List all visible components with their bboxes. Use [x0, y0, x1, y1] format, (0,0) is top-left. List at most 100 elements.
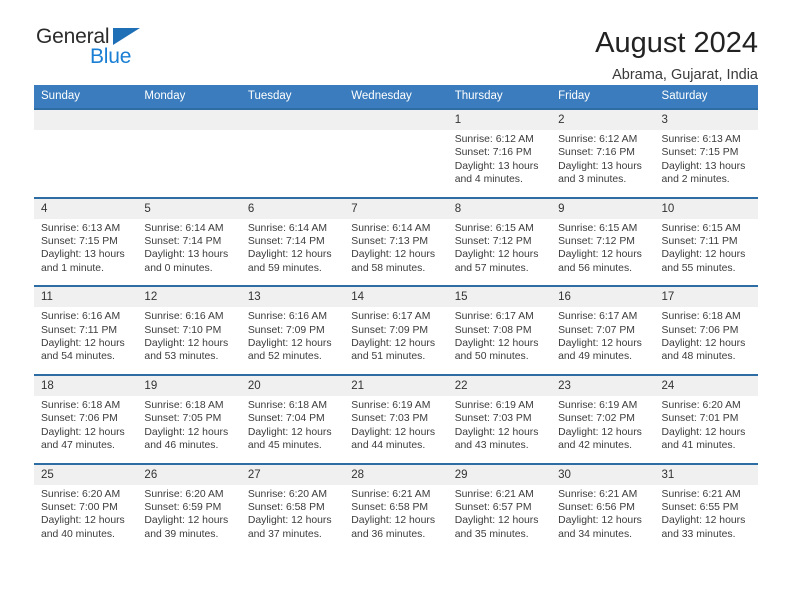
sunset-text: Sunset: 7:15 PM	[661, 147, 739, 159]
day-number[interactable]: 8	[447, 198, 552, 219]
general-blue-logo[interactable]: General Blue	[34, 26, 234, 67]
day-cell[interactable]	[137, 130, 241, 197]
day-number[interactable]: 3	[654, 110, 758, 130]
sunrise-text: Sunrise: 6:14 AM	[247, 222, 327, 234]
day-cell[interactable]: Sunrise: 6:17 AM Sunset: 7:09 PM Dayligh…	[344, 307, 448, 374]
day-number[interactable]: 5	[137, 198, 241, 219]
day-cell[interactable]: Sunrise: 6:13 AM Sunset: 7:15 PM Dayligh…	[654, 130, 758, 197]
day-number[interactable]: 18	[34, 375, 138, 396]
day-number[interactable]: 7	[344, 198, 448, 219]
weekday-header-sunday: Sunday	[34, 85, 138, 108]
day-cell[interactable]: Sunrise: 6:16 AM Sunset: 7:10 PM Dayligh…	[137, 307, 241, 374]
day-cell[interactable]: Sunrise: 6:21 AM Sunset: 6:55 PM Dayligh…	[654, 484, 758, 552]
day-number[interactable]: 25	[34, 464, 138, 485]
day-number[interactable]: 10	[654, 198, 758, 219]
day-cell[interactable]: Sunrise: 6:12 AM Sunset: 7:16 PM Dayligh…	[551, 130, 655, 197]
sunrise-text: Sunrise: 6:15 AM	[661, 222, 741, 234]
weekday-header-tuesday: Tuesday	[240, 85, 345, 108]
daylight-text: Daylight: 12 hours and 39 minutes.	[144, 515, 229, 540]
day-cell[interactable]: Sunrise: 6:12 AM Sunset: 7:16 PM Dayligh…	[447, 130, 552, 197]
day-number[interactable]: 14	[344, 287, 448, 308]
weekday-header-wednesday: Wednesday	[344, 85, 448, 108]
day-number[interactable]: 22	[447, 375, 552, 396]
day-number[interactable]: 17	[654, 287, 758, 308]
day-cell[interactable]: Sunrise: 6:20 AM Sunset: 6:59 PM Dayligh…	[137, 484, 241, 552]
day-cell[interactable]: Sunrise: 6:18 AM Sunset: 7:05 PM Dayligh…	[137, 395, 241, 463]
day-number[interactable]: 15	[447, 287, 552, 308]
day-cell[interactable]: Sunrise: 6:19 AM Sunset: 7:03 PM Dayligh…	[447, 395, 552, 463]
day-cell[interactable]: Sunrise: 6:21 AM Sunset: 6:56 PM Dayligh…	[551, 484, 655, 552]
day-number[interactable]: 26	[137, 464, 241, 485]
sunset-text: Sunset: 7:10 PM	[144, 324, 222, 336]
day-number[interactable]: 16	[551, 287, 655, 308]
day-cell[interactable]	[240, 130, 345, 197]
weekday-header-row: Sunday Monday Tuesday Wednesday Thursday…	[34, 85, 758, 108]
sunset-text: Sunset: 7:03 PM	[351, 413, 429, 425]
sunrise-text: Sunrise: 6:17 AM	[454, 311, 534, 323]
day-number[interactable]: 12	[137, 287, 241, 308]
day-number[interactable]: 20	[240, 375, 345, 396]
day-number[interactable]: 9	[551, 198, 655, 219]
daylight-text: Daylight: 12 hours and 35 minutes.	[454, 515, 539, 540]
day-number[interactable]: 21	[344, 375, 448, 396]
day-cell[interactable]: Sunrise: 6:20 AM Sunset: 7:01 PM Dayligh…	[654, 395, 758, 463]
day-number[interactable]: 27	[240, 464, 345, 485]
sunrise-text: Sunrise: 6:16 AM	[247, 311, 327, 323]
day-number[interactable]	[34, 110, 138, 130]
day-cell[interactable]: Sunrise: 6:21 AM Sunset: 6:58 PM Dayligh…	[344, 484, 448, 552]
sunrise-text: Sunrise: 6:15 AM	[558, 222, 638, 234]
day-cell[interactable]: Sunrise: 6:15 AM Sunset: 7:12 PM Dayligh…	[447, 218, 552, 286]
day-cell[interactable]: Sunrise: 6:14 AM Sunset: 7:14 PM Dayligh…	[137, 218, 241, 286]
day-cell[interactable]	[34, 130, 138, 197]
day-cell[interactable]: Sunrise: 6:14 AM Sunset: 7:13 PM Dayligh…	[344, 218, 448, 286]
day-cell[interactable]: Sunrise: 6:14 AM Sunset: 7:14 PM Dayligh…	[240, 218, 345, 286]
week-3-daynumber-row: 11 12 13 14 15 16 17	[34, 287, 758, 308]
day-cell[interactable]: Sunrise: 6:20 AM Sunset: 7:00 PM Dayligh…	[34, 484, 138, 552]
day-cell[interactable]: Sunrise: 6:16 AM Sunset: 7:11 PM Dayligh…	[34, 307, 138, 374]
day-cell[interactable]: Sunrise: 6:15 AM Sunset: 7:11 PM Dayligh…	[654, 218, 758, 286]
week-1-daynumber-row: 1 2 3	[34, 110, 758, 130]
day-number[interactable]: 4	[34, 198, 138, 219]
day-number[interactable]: 23	[551, 375, 655, 396]
daylight-text: Daylight: 12 hours and 47 minutes.	[41, 426, 125, 452]
daylight-text: Daylight: 12 hours and 55 minutes.	[661, 249, 746, 274]
day-number[interactable]: 1	[447, 110, 552, 130]
day-number[interactable]	[344, 110, 448, 130]
week-2-detail-row: Sunrise: 6:13 AM Sunset: 7:15 PM Dayligh…	[34, 218, 758, 286]
day-number[interactable]: 24	[654, 375, 758, 396]
daylight-text: Daylight: 12 hours and 52 minutes.	[247, 338, 332, 363]
day-number[interactable]: 2	[551, 110, 655, 130]
week-1-detail-row: Sunrise: 6:12 AM Sunset: 7:16 PM Dayligh…	[34, 130, 758, 197]
day-number[interactable]: 11	[34, 287, 138, 308]
day-cell[interactable]: Sunrise: 6:18 AM Sunset: 7:06 PM Dayligh…	[654, 307, 758, 374]
sunrise-text: Sunrise: 6:21 AM	[351, 488, 431, 500]
daylight-text: Daylight: 12 hours and 54 minutes.	[41, 338, 125, 363]
day-number[interactable]: 28	[344, 464, 448, 485]
day-cell[interactable]: Sunrise: 6:13 AM Sunset: 7:15 PM Dayligh…	[34, 218, 138, 286]
day-cell[interactable]: Sunrise: 6:16 AM Sunset: 7:09 PM Dayligh…	[240, 307, 345, 374]
day-cell[interactable]: Sunrise: 6:17 AM Sunset: 7:07 PM Dayligh…	[551, 307, 655, 374]
day-cell[interactable]: Sunrise: 6:19 AM Sunset: 7:03 PM Dayligh…	[344, 395, 448, 463]
weekday-header-thursday: Thursday	[447, 85, 552, 108]
day-cell[interactable]: Sunrise: 6:19 AM Sunset: 7:02 PM Dayligh…	[551, 395, 655, 463]
day-number[interactable]: 31	[654, 464, 758, 485]
day-cell[interactable]: Sunrise: 6:18 AM Sunset: 7:06 PM Dayligh…	[34, 395, 138, 463]
day-number[interactable]: 19	[137, 375, 241, 396]
day-number[interactable]	[240, 110, 345, 130]
sunrise-text: Sunrise: 6:14 AM	[144, 222, 224, 234]
day-number[interactable]: 13	[240, 287, 345, 308]
day-cell[interactable]	[344, 130, 448, 197]
day-number[interactable]: 6	[240, 198, 345, 219]
day-number[interactable]: 30	[551, 464, 655, 485]
day-cell[interactable]: Sunrise: 6:18 AM Sunset: 7:04 PM Dayligh…	[240, 395, 345, 463]
day-number[interactable]	[137, 110, 241, 130]
day-cell[interactable]: Sunrise: 6:20 AM Sunset: 6:58 PM Dayligh…	[240, 484, 345, 552]
daylight-text: Daylight: 13 hours and 4 minutes.	[454, 160, 539, 186]
sunset-text: Sunset: 7:16 PM	[558, 147, 635, 159]
day-cell[interactable]: Sunrise: 6:15 AM Sunset: 7:12 PM Dayligh…	[551, 218, 655, 286]
day-cell[interactable]: Sunrise: 6:17 AM Sunset: 7:08 PM Dayligh…	[447, 307, 552, 374]
day-number[interactable]: 29	[447, 464, 552, 485]
day-cell[interactable]: Sunrise: 6:21 AM Sunset: 6:57 PM Dayligh…	[447, 484, 552, 552]
daylight-text: Daylight: 12 hours and 53 minutes.	[144, 338, 229, 363]
weekday-header-monday: Monday	[137, 85, 241, 108]
